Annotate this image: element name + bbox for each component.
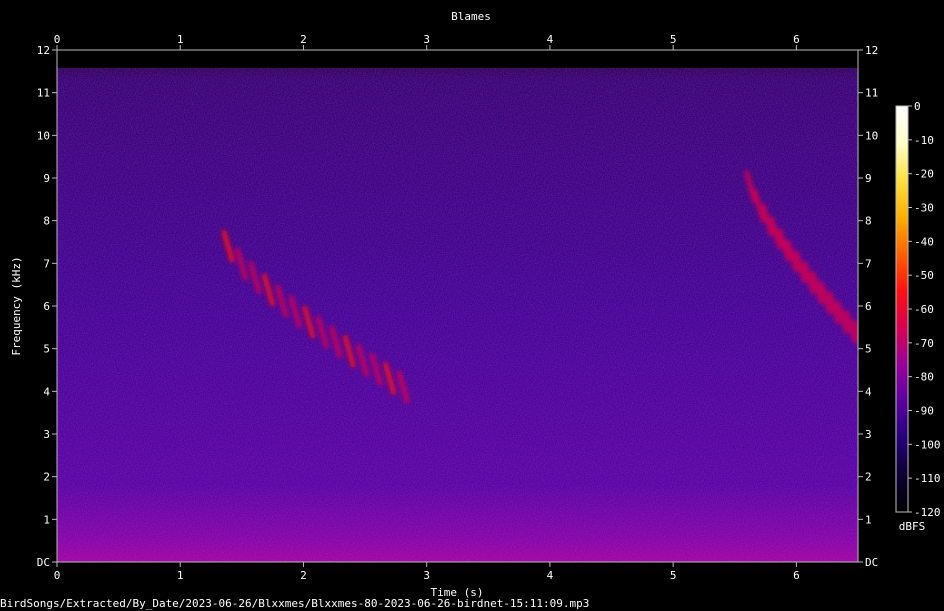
y-tick-label-right: 3 — [865, 428, 872, 441]
colorbar-tick-label: -60 — [914, 303, 934, 316]
x-tick-label-bottom: 4 — [547, 569, 554, 582]
colorbar: 0 -10 -20 -30 -40 -50 -60 -70 -80 -90 -100 -110 -120… — [895, 100, 941, 533]
y-tick-label-right: 8 — [865, 215, 872, 228]
colorbar-tick-label: -90 — [914, 405, 934, 418]
y-tick-label-left: 12 — [37, 44, 50, 57]
colorbar-ticks: 0 -10 -20 -30 -40 -50 -60 -70 -80 -90 -100 -110 -120 — [908, 100, 941, 519]
x-tick-label-bottom: 0 — [54, 569, 61, 582]
x-tick-label-top: 3 — [423, 33, 430, 46]
y-tick-label-right: 1 — [865, 513, 872, 526]
x-tick-label-top: 1 — [177, 33, 184, 46]
y-tick-label-right: 11 — [865, 87, 878, 100]
y-tick-label-left: 8 — [43, 215, 50, 228]
x-tick-label-top: 6 — [793, 33, 800, 46]
x-tick-label-top: 2 — [300, 33, 307, 46]
y-tick-label-right: 12 — [865, 44, 878, 57]
x-tick-label-bottom: 5 — [670, 569, 677, 582]
y-tick-label-right: 7 — [865, 257, 872, 270]
spectrogram-chart: Blames 00112233445566 DC DC1 12 23 34 45 56 67 7… — [10, 10, 941, 599]
y-tick-label-right: 10 — [865, 129, 878, 142]
colorbar-tick-label: -110 — [914, 472, 941, 485]
x-tick-label-top: 5 — [670, 33, 677, 46]
y-tick-label-left: 5 — [43, 343, 50, 356]
y-tick-label-right: 5 — [865, 343, 872, 356]
y-tick-label-left: 6 — [43, 300, 50, 313]
file-path: BirdSongs/Extracted/By_Date/2023-06-26/B… — [0, 597, 590, 610]
colorbar-tick-label: -10 — [914, 134, 934, 147]
y-tick-label-left: DC — [37, 556, 50, 569]
colorbar-tick-label: -40 — [914, 235, 934, 248]
y-tick-label-right: 6 — [865, 300, 872, 313]
y-tick-label-left: 10 — [37, 129, 50, 142]
colorbar-label: dBFS — [899, 520, 926, 533]
x-tick-label-bottom: 3 — [423, 569, 430, 582]
y-tick-label-left: 4 — [43, 385, 50, 398]
colorbar-tick-label: -30 — [914, 202, 934, 215]
y-tick-label-left: 3 — [43, 428, 50, 441]
colorbar-tick-label: -100 — [914, 438, 941, 451]
x-tick-label-top: 0 — [54, 33, 61, 46]
y-tick-label-right: 2 — [865, 471, 872, 484]
y-tick-label-right: DC — [865, 556, 878, 569]
colorbar-tick-label: -20 — [914, 168, 934, 181]
x-tick-label-top: 4 — [547, 33, 554, 46]
colorbar-tick-label: -70 — [914, 337, 934, 350]
chart-title: Blames — [451, 10, 491, 23]
colorbar-tick-label: 0 — [914, 100, 921, 113]
x-tick-label-bottom: 1 — [177, 569, 184, 582]
y-tick-label-left: 2 — [43, 471, 50, 484]
spectrogram-top-band — [57, 50, 858, 68]
plot-area — [57, 50, 858, 562]
spectrogram-noise — [57, 50, 858, 562]
y-tick-label-left: 11 — [37, 87, 50, 100]
y-tick-label-left: 1 — [43, 513, 50, 526]
colorbar-tick-label: -50 — [914, 269, 934, 282]
y-tick-label-right: 9 — [865, 172, 872, 185]
y-tick-label-left: 7 — [43, 257, 50, 270]
colorbar-tick-label: -80 — [914, 371, 934, 384]
x-tick-label-bottom: 6 — [793, 569, 800, 582]
x-tick-label-bottom: 2 — [300, 569, 307, 582]
colorbar-tick-label: -120 — [914, 506, 941, 519]
y-axis-label: Frequency (kHz) — [10, 256, 23, 355]
y-tick-label-right: 4 — [865, 385, 872, 398]
colorbar-gradient — [895, 105, 909, 513]
y-tick-label-left: 9 — [43, 172, 50, 185]
